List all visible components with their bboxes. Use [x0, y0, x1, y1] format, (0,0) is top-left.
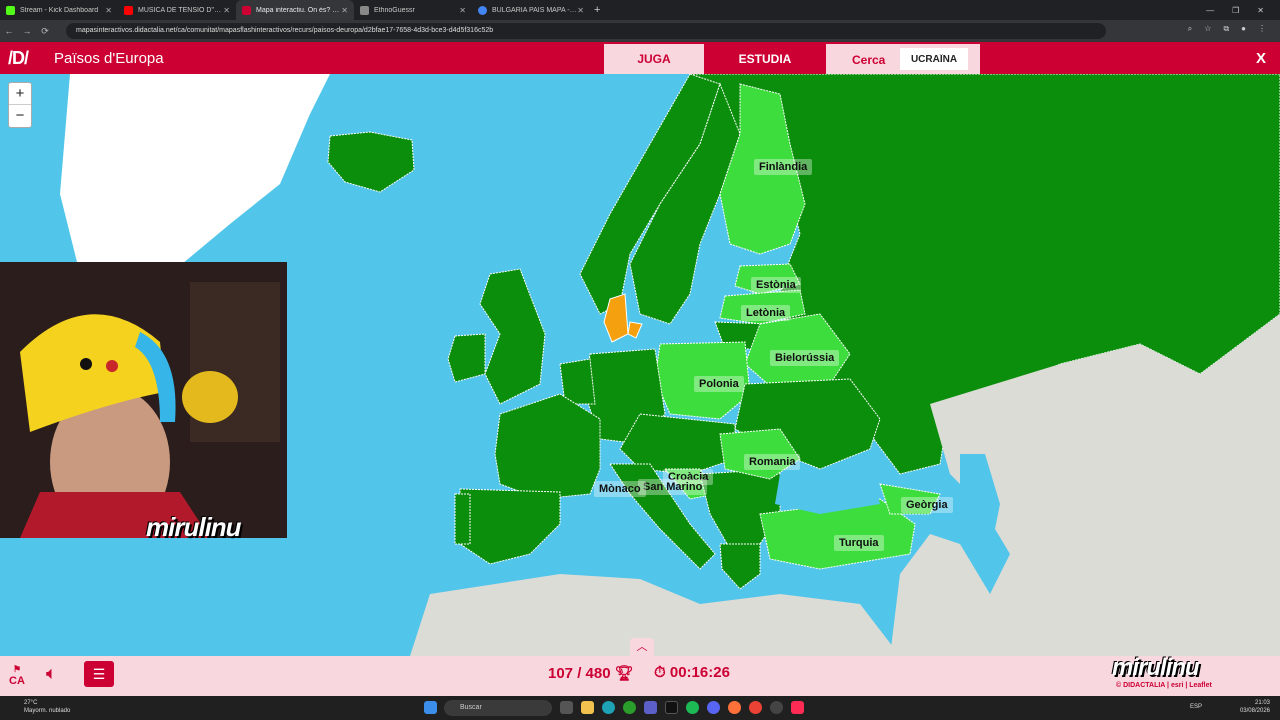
back-icon[interactable]: ←	[0, 26, 18, 36]
timer: ⏱︎ 00:16:26	[654, 664, 730, 681]
webcam-overlay	[0, 262, 287, 538]
tiktok-icon[interactable]	[665, 701, 678, 714]
tab-youtube[interactable]: MÚSICA DE TENSIÓ D''EL... ✕	[118, 0, 236, 20]
score-counter: 107 / 480 🏆︎	[548, 665, 634, 682]
spotify-icon[interactable]	[686, 701, 699, 714]
address-bar: ← → ⟳ mapasinteractivos.didactalia.net/c…	[0, 20, 1280, 42]
label-romania[interactable]: Romania	[744, 454, 801, 470]
webcam-name-overlay: mirulinu	[146, 512, 242, 542]
app-header: /D/ Països d'Europa JUGA ESTUDIA Cerca X	[0, 42, 1280, 74]
search-label: Cerca	[852, 53, 886, 67]
search-box: Cerca	[826, 44, 980, 74]
close-icon[interactable]: ✕	[105, 6, 112, 15]
chat-icon[interactable]: ☰	[84, 661, 114, 687]
url-field[interactable]: mapasinteractivos.didactalia.net/ca/comu…	[66, 23, 1106, 39]
label-finland[interactable]: Finlàndia	[754, 159, 813, 175]
tab-google[interactable]: BULGARIA PAIS MAPA - Cerca...✕	[472, 0, 590, 20]
close-icon[interactable]: ✕	[577, 6, 584, 15]
tab-mapa[interactable]: Mapa interactiu. On és? Països✕	[236, 0, 354, 20]
label-estonia[interactable]: Estònia	[751, 277, 801, 293]
country-iceland	[327, 131, 415, 193]
brand-overlay: mirulinu	[1112, 654, 1200, 681]
close-icon[interactable]: ✕	[341, 6, 348, 15]
label-georgia[interactable]: Geòrgia	[901, 497, 953, 513]
zoom-out-button[interactable]: −	[9, 105, 31, 127]
label-san-marino[interactable]: San Marino	[638, 479, 708, 495]
new-tab-button[interactable]: +	[594, 4, 600, 16]
close-window-icon[interactable]: ✕	[1257, 6, 1264, 15]
close-icon[interactable]: ✕	[459, 6, 466, 15]
search-input[interactable]	[900, 48, 968, 70]
page-title: Països d'Europa	[54, 50, 164, 67]
chevron-up-icon[interactable]: ︿	[630, 638, 654, 656]
bottom-bar: ⚑ CA 🔈︎ ☰ 107 / 480 🏆︎ ⏱︎ 00:16:26	[0, 656, 1280, 696]
didactalia-logo[interactable]: /D/	[8, 48, 29, 69]
country-france	[494, 393, 601, 500]
sound-icon[interactable]: 🔈︎	[46, 663, 57, 684]
teams-icon[interactable]	[644, 701, 657, 714]
country-spain	[459, 488, 561, 565]
profile-icon[interactable]: ●	[1241, 24, 1246, 34]
label-monaco[interactable]: Mònaco	[594, 481, 646, 497]
taskbar-search[interactable]: Buscar	[444, 700, 552, 716]
discord-icon[interactable]	[707, 701, 720, 714]
language-selector[interactable]: ⚑ CA	[8, 664, 26, 687]
xbox-icon[interactable]	[623, 701, 636, 714]
label-turkey[interactable]: Turquia	[834, 535, 884, 551]
reload-icon[interactable]: ⟳	[36, 26, 54, 37]
play-button[interactable]: JUGA	[604, 44, 704, 74]
country-portugal	[454, 493, 471, 545]
zoom-in-button[interactable]: +	[9, 83, 31, 105]
address-icons: ⌕ ☆ ⧉ ● ⋮	[1188, 24, 1266, 34]
zoom-control: + −	[8, 82, 32, 128]
window-controls: — ❐ ✕	[1206, 0, 1280, 20]
google-icon	[478, 5, 487, 15]
tab-ethnoguessr[interactable]: EthnoGuessr ✕	[354, 0, 472, 20]
kick-icon	[6, 5, 15, 15]
forward-icon[interactable]: →	[18, 26, 36, 36]
weather-widget[interactable]: 27°C Mayorm. nublado	[24, 699, 70, 715]
keyboard-language[interactable]: ESP	[1190, 704, 1202, 710]
pinned-apps	[560, 701, 804, 714]
streamer-image	[0, 262, 287, 538]
firefox-icon[interactable]	[728, 701, 741, 714]
country-uk	[479, 268, 546, 405]
taskbar-icons	[424, 701, 437, 714]
windows-start-icon[interactable]	[424, 701, 437, 714]
youtube-icon	[124, 5, 133, 15]
label-latvia[interactable]: Letònia	[741, 305, 791, 321]
extensions-icon[interactable]: ⧉	[1223, 24, 1229, 34]
land-africa	[410, 574, 900, 656]
label-belarus[interactable]: Bielorússia	[770, 350, 840, 366]
tiktok-live-icon[interactable]	[791, 701, 804, 714]
map-credits: © DIDACTALIA | esri | Leaflet	[1116, 682, 1212, 689]
close-icon[interactable]: ✕	[223, 6, 230, 15]
trophy-icon: 🏆︎	[614, 665, 634, 682]
ethnoguessr-icon	[360, 5, 369, 15]
minimize-icon[interactable]: —	[1206, 6, 1214, 15]
obs-icon[interactable]	[770, 701, 783, 714]
study-button[interactable]: ESTUDIA	[712, 44, 818, 74]
zoom-lens-icon[interactable]: ⌕	[1188, 24, 1192, 34]
browser-tab-bar: Stream - Kick Dashboard ✕ MÚSICA DE TENSI…	[0, 0, 1280, 20]
country-denmark-island	[627, 321, 643, 339]
label-poland[interactable]: Polonia	[694, 376, 744, 392]
restore-icon[interactable]: ❐	[1232, 6, 1239, 15]
task-view-icon[interactable]	[560, 701, 573, 714]
menu-icon[interactable]: ⋮	[1258, 24, 1266, 34]
file-explorer-icon[interactable]	[581, 701, 594, 714]
close-button[interactable]: X	[1256, 50, 1266, 67]
didactalia-icon	[242, 5, 251, 15]
taskbar: 27°C Mayorm. nublado Buscar ESP 21:03 03…	[0, 696, 1280, 720]
star-icon[interactable]: ☆	[1204, 24, 1211, 34]
tab-kick[interactable]: Stream - Kick Dashboard ✕	[0, 0, 118, 20]
chrome-icon[interactable]	[749, 701, 762, 714]
country-ireland	[447, 333, 486, 383]
country-greece	[719, 543, 761, 590]
person-icon: ⚑	[12, 664, 22, 674]
system-clock[interactable]: 21:03 03/08/2026	[1240, 699, 1270, 715]
stopwatch-icon: ⏱︎	[654, 664, 666, 681]
edge-icon[interactable]	[602, 701, 615, 714]
